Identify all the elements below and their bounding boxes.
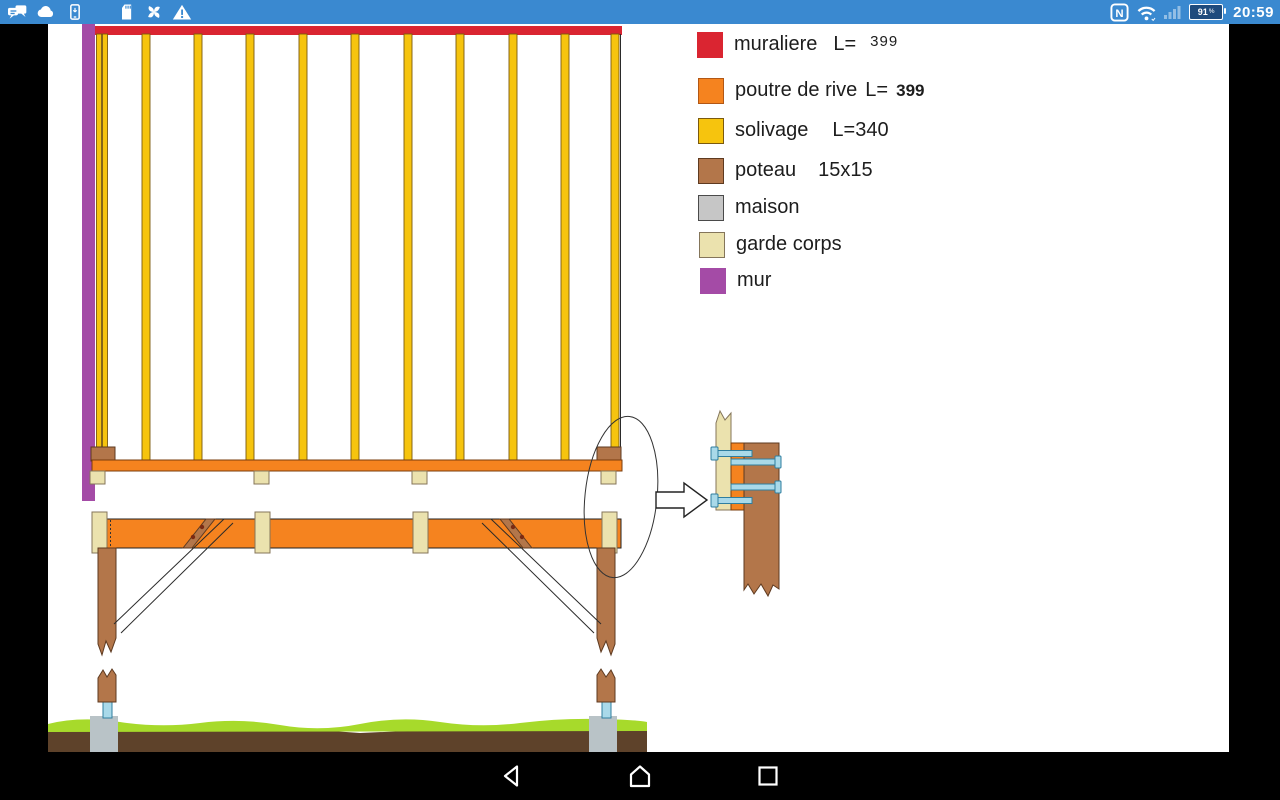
back-button[interactable] [499,763,525,789]
cloud-icon [37,6,54,18]
poteau-left [97,547,117,657]
garde-corps-swatch [699,231,725,258]
mur-swatch [700,267,726,294]
legend-value: 399 [870,33,899,50]
legend-row-mur: mur [700,267,771,294]
status-bar-right-icons: N 91 % 20:59 [1110,0,1280,24]
legend-row-solivage: solivage L=340 [698,117,889,144]
battery-percent: 91 [1197,6,1208,17]
drawing-canvas[interactable]: muraliere L= 399 poutre de rive L= 399 s… [48,24,1229,752]
bolted-connection-detail [710,409,782,598]
legend-label: poutre de rive [735,79,858,101]
fan-icon [148,6,160,18]
mur-wall-strip [82,24,95,501]
home-button[interactable] [627,763,653,789]
solivage-joists [96,33,621,462]
legend-value: 399 [896,80,925,100]
legend-row-muraliere: muraliere L= 399 [697,31,898,58]
status-bar[interactable]: N 91 % 20:59 [0,0,1280,24]
chat-icon [8,5,27,19]
legend-row-maison: maison [698,194,799,221]
legend-dim: L= [833,33,857,55]
legend-dim: 15x15 [818,159,873,181]
signal-icon [1164,6,1181,19]
callout-arrow-icon [655,481,709,519]
legend-label: poteau [735,159,797,181]
legend-label: solivage [735,119,809,141]
poteau-right [596,547,616,657]
legend-dim: L= [865,79,889,101]
solivage-swatch [698,117,724,144]
lower-frame-assembly [91,511,622,657]
legend-row-garde-corps: garde corps [699,231,842,258]
phone-icon [70,4,80,20]
poteau-swatch [698,157,724,184]
legend-dim: L=340 [832,119,889,141]
muraliere-swatch [697,31,723,58]
legend-row-poutre-de-rive: poutre de rive L= 399 [698,77,924,104]
deck-plan-drawing [48,24,782,752]
battery-percent-symbol: % [1208,7,1215,15]
android-nav-bar [0,752,1280,800]
ground-and-footings [48,668,647,752]
nfc-icon: N [1110,2,1129,22]
legend-label: maison [735,196,800,218]
recents-button[interactable] [755,763,781,789]
maison-swatch [698,194,724,221]
legend-label: garde corps [736,233,842,255]
detail-callout [583,415,709,579]
clock: 20:59 [1233,3,1274,21]
battery-icon: 91 % [1189,4,1227,20]
sd-card-icon [122,4,132,20]
poutre-de-rive-swatch [698,77,724,104]
legend-label: mur [737,269,772,291]
wifi-icon [1137,6,1156,22]
legend-label: muraliere [734,33,818,55]
legend-row-poteau: poteau 15x15 [698,157,873,184]
svg-text:N: N [1116,7,1124,19]
warning-icon [172,4,192,20]
